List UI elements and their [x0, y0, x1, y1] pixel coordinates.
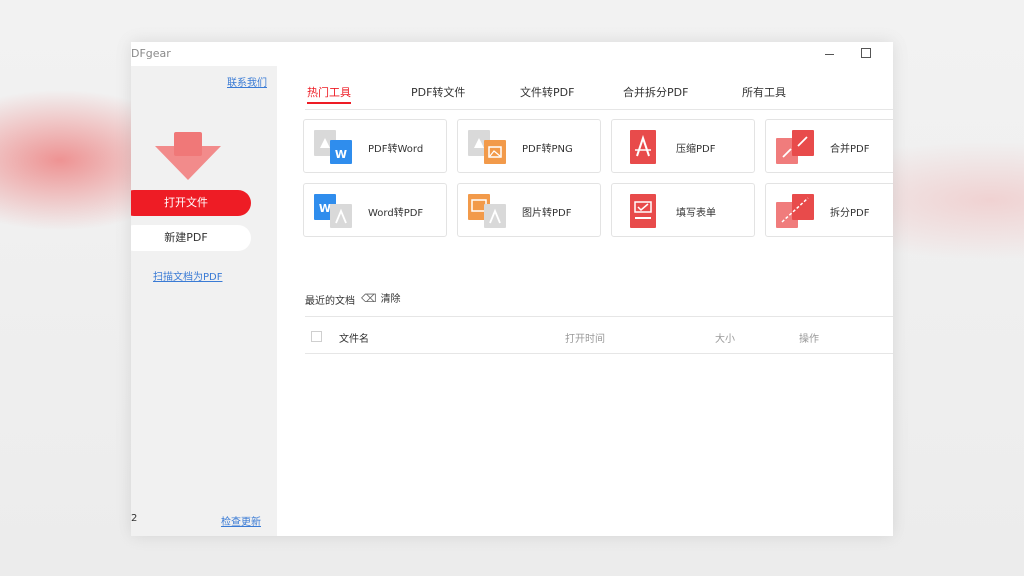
tool-label: PDF转Word — [368, 144, 424, 155]
app-title: DFgear — [131, 47, 171, 60]
tool-label: PDF转PNG — [522, 144, 573, 155]
tab-merge-split-pdf[interactable]: 合并拆分PDF — [623, 84, 688, 100]
column-file-name[interactable]: 文件名 — [339, 330, 369, 345]
title-bar: DFgear — [131, 42, 893, 66]
check-update-link[interactable]: 检查更新 — [221, 513, 261, 528]
svg-text:W: W — [335, 148, 347, 161]
maximize-button[interactable] — [855, 44, 877, 62]
scan-to-pdf-link[interactable]: 扫描文档为PDF — [153, 268, 222, 283]
image-to-pdf-icon — [468, 194, 506, 228]
svg-text:W: W — [319, 202, 331, 215]
tool-merge-pdf[interactable]: 合并PDF — [765, 119, 893, 173]
tool-label: Word转PDF — [368, 208, 424, 219]
minimize-button[interactable] — [819, 44, 841, 62]
tab-hot-tools[interactable]: 热门工具 — [307, 84, 351, 104]
app-window: DFgear 联系我们 打开文件 新建PDF 扫描文档为PDF 2 检查更新 热… — [131, 42, 893, 536]
tool-pdf-to-word[interactable]: W PDF转Word — [303, 119, 447, 173]
word-to-pdf-icon: W — [314, 194, 352, 228]
clear-recent-button[interactable]: ⌫ 清除 — [361, 290, 401, 305]
tool-pdf-to-png[interactable]: PDF转PNG — [457, 119, 601, 173]
split-pdf-icon — [776, 194, 814, 228]
merge-pdf-icon — [776, 130, 814, 164]
column-action: 操作 — [799, 334, 819, 345]
compress-pdf-icon — [630, 130, 656, 164]
main-panel: 热门工具 PDF转文件 文件转PDF 合并拆分PDF 所有工具 W PDF转Wo… — [277, 66, 893, 536]
select-all-checkbox[interactable] — [311, 331, 322, 342]
recent-list-header: 文件名 打开时间 大小 操作 — [305, 316, 893, 354]
tool-word-to-pdf[interactable]: W Word转PDF — [303, 183, 447, 237]
tool-label: 合并PDF — [830, 144, 870, 155]
pdf-to-png-icon — [468, 130, 506, 164]
tool-compress-pdf[interactable]: 压缩PDF — [611, 119, 755, 173]
clear-brush-icon: ⌫ — [361, 292, 377, 305]
tab-pdf-to-file[interactable]: PDF转文件 — [411, 84, 465, 100]
tool-label: 图片转PDF — [522, 208, 572, 219]
fill-form-icon — [630, 194, 656, 228]
tab-file-to-pdf[interactable]: 文件转PDF — [520, 84, 574, 100]
tool-label: 拆分PDF — [830, 208, 870, 219]
column-open-time[interactable]: 打开时间 — [565, 330, 605, 345]
tool-label: 压缩PDF — [676, 144, 716, 155]
pdf-to-word-icon: W — [314, 130, 352, 164]
column-size[interactable]: 大小 — [715, 330, 735, 345]
tool-fill-form[interactable]: 填写表单 — [611, 183, 755, 237]
new-pdf-button[interactable]: 新建PDF — [131, 225, 251, 251]
sidebar: 联系我们 打开文件 新建PDF 扫描文档为PDF 2 检查更新 — [131, 66, 277, 536]
open-file-arrow-icon — [155, 132, 221, 180]
recent-documents-title: 最近的文档 — [305, 296, 355, 307]
clear-label: 清除 — [380, 294, 401, 305]
tool-label: 填写表单 — [676, 208, 716, 219]
open-file-button[interactable]: 打开文件 — [131, 190, 251, 216]
tool-tabs: 热门工具 PDF转文件 文件转PDF 合并拆分PDF 所有工具 — [305, 66, 893, 110]
tool-image-to-pdf[interactable]: 图片转PDF — [457, 183, 601, 237]
tool-split-pdf[interactable]: 拆分PDF — [765, 183, 893, 237]
version-number: 2 — [131, 513, 138, 524]
tab-all-tools[interactable]: 所有工具 — [742, 84, 786, 100]
contact-us-link[interactable]: 联系我们 — [227, 74, 267, 89]
